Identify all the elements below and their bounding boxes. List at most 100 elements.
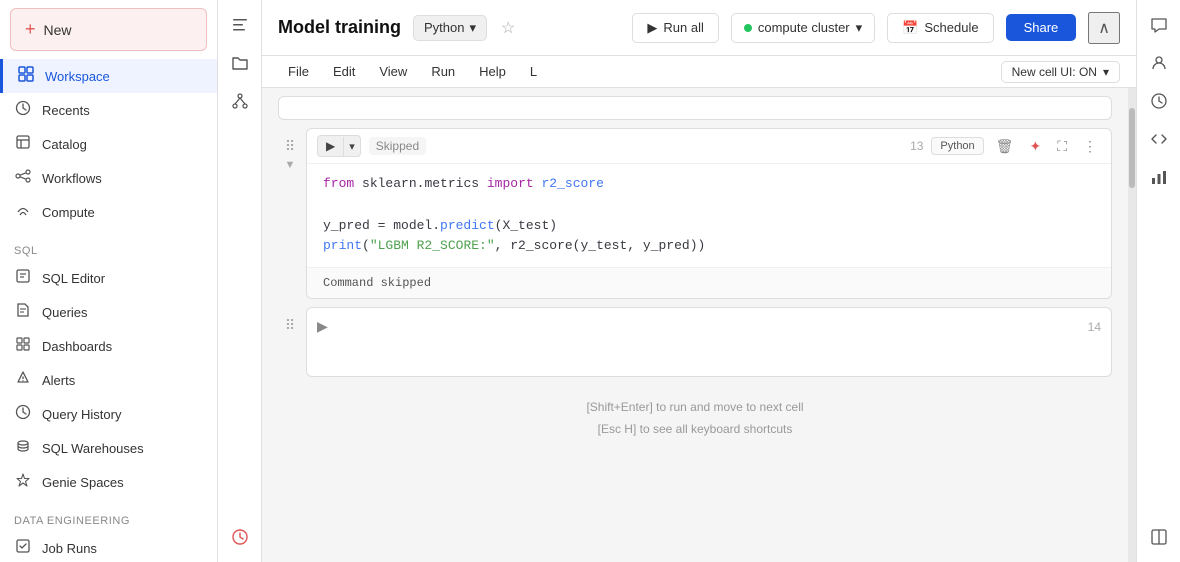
right-panel-code[interactable] xyxy=(1142,122,1176,156)
new-button[interactable]: + New xyxy=(10,8,207,51)
query-history-icon xyxy=(14,404,32,424)
cell-13-delete-icon[interactable]: 🗑 xyxy=(992,136,1018,157)
sidebar-item-job-runs-label: Job Runs xyxy=(42,541,97,556)
sidebar-item-sql-warehouses[interactable]: SQL Warehouses xyxy=(0,431,217,465)
run-all-button[interactable]: ▶ Run all xyxy=(632,13,718,43)
left-icon-panel xyxy=(218,0,262,562)
data-engineering-section-label: Data Engineering xyxy=(0,507,217,531)
sidebar-item-workflows-label: Workflows xyxy=(42,171,102,186)
cell-wrapper-13: ⠿ ▼ ▶ ▾ Skipped 13 Python 🗑 ✦ ⛶ xyxy=(278,128,1112,307)
sidebar-item-recents-label: Recents xyxy=(42,103,90,118)
sidebar-item-compute-label: Compute xyxy=(42,205,95,220)
menu-shortcut[interactable]: L xyxy=(520,60,547,83)
cell-13-dropdown-icon: ▾ xyxy=(343,137,360,156)
cell-14-number: 14 xyxy=(1088,320,1101,334)
folder-icon[interactable] xyxy=(223,46,257,80)
sidebar-item-compute[interactable]: Compute xyxy=(0,195,217,229)
sidebar-item-sql-editor[interactable]: SQL Editor xyxy=(0,261,217,295)
code-line-1: from sklearn.metrics import r2_score xyxy=(323,174,1095,195)
cell-13-play-icon: ▶ xyxy=(318,136,343,156)
sidebar-item-dashboards-label: Dashboards xyxy=(42,339,112,354)
topology-icon[interactable] xyxy=(223,84,257,118)
job-runs-icon xyxy=(14,538,32,558)
clock-bottom-icon[interactable] xyxy=(223,520,257,554)
cluster-label: compute cluster xyxy=(758,20,850,35)
sidebar-item-query-history[interactable]: Query History xyxy=(0,397,217,431)
cell-collapse-arrow-13[interactable]: ▼ xyxy=(285,159,296,171)
menu-edit[interactable]: Edit xyxy=(323,60,365,83)
scrollbar-thumb[interactable] xyxy=(1129,108,1135,188)
hint-line-1: [Shift+Enter] to run and move to next ce… xyxy=(278,397,1112,419)
cell-13: ▶ ▾ Skipped 13 Python 🗑 ✦ ⛶ ⋮ from xyxy=(306,128,1112,299)
language-button[interactable]: Python ▾ xyxy=(413,15,487,41)
cluster-button[interactable]: compute cluster ▾ xyxy=(731,13,875,43)
cluster-chevron-icon: ▾ xyxy=(856,20,863,36)
schedule-button[interactable]: 📅 Schedule xyxy=(887,13,993,43)
schedule-calendar-icon: 📅 xyxy=(902,20,918,36)
right-panel-chart[interactable] xyxy=(1142,160,1176,194)
sidebar-item-recents[interactable]: Recents xyxy=(0,93,217,127)
sidebar-item-sql-editor-label: SQL Editor xyxy=(42,271,105,286)
share-label: Share xyxy=(1024,20,1059,35)
menu-view[interactable]: View xyxy=(369,60,417,83)
new-cell-toggle[interactable]: New cell UI: ON ▾ xyxy=(1001,61,1120,83)
sidebar-item-alerts[interactable]: Alerts xyxy=(0,363,217,397)
notebook-container: ⠿ ▼ ▶ ▾ Skipped 13 Python 🗑 ✦ ⛶ xyxy=(262,88,1136,562)
share-button[interactable]: Share xyxy=(1006,14,1077,41)
cluster-status-dot xyxy=(744,24,752,32)
recents-icon xyxy=(14,100,32,120)
right-panel-expand[interactable] xyxy=(1142,520,1176,554)
star-icon[interactable]: ☆ xyxy=(501,18,515,38)
menu-help[interactable]: Help xyxy=(469,60,516,83)
hint-line-2: [Esc H] to see all keyboard shortcuts xyxy=(278,419,1112,441)
sidebar-item-query-history-label: Query History xyxy=(42,407,121,422)
dashboards-icon xyxy=(14,336,32,356)
cell-14-header: ▶ 14 xyxy=(317,316,1101,337)
cell-13-run-btn[interactable]: ▶ ▾ xyxy=(317,135,361,157)
sidebar-item-sql-warehouses-label: SQL Warehouses xyxy=(42,441,144,456)
cell-left-controls-14: ⠿ xyxy=(278,307,302,334)
cell-13-body[interactable]: from sklearn.metrics import r2_score y_p… xyxy=(307,164,1111,267)
schedule-label: Schedule xyxy=(924,20,978,35)
sidebar-item-workspace-label: Workspace xyxy=(45,69,110,84)
cell-13-ai-icon[interactable]: ✦ xyxy=(1025,136,1045,157)
menu-run[interactable]: Run xyxy=(421,60,465,83)
language-chevron-icon: ▾ xyxy=(469,20,476,36)
sidebar-item-dashboards[interactable]: Dashboards xyxy=(0,329,217,363)
cell-14-play-icon[interactable]: ▶ xyxy=(317,318,328,335)
plus-icon: + xyxy=(25,19,36,40)
main-area: Model training Python ▾ ☆ ▶ Run all comp… xyxy=(262,0,1136,562)
cell-drag-handle-14[interactable]: ⠿ xyxy=(285,317,295,334)
sidebar-item-workflows[interactable]: Workflows xyxy=(0,161,217,195)
menu-file[interactable]: File xyxy=(278,60,319,83)
cell-13-lang-badge[interactable]: Python xyxy=(931,137,983,155)
cell-13-expand-icon[interactable]: ⛶ xyxy=(1053,136,1071,157)
workspace-icon xyxy=(17,66,35,86)
sql-warehouses-icon xyxy=(14,438,32,458)
right-panel-user[interactable] xyxy=(1142,46,1176,80)
scrollbar-track[interactable] xyxy=(1128,88,1136,562)
sidebar-item-alerts-label: Alerts xyxy=(42,373,75,388)
alerts-icon xyxy=(14,370,32,390)
compute-icon xyxy=(14,202,32,222)
code-line-3: print("LGBM R2_SCORE:", r2_score(y_test​… xyxy=(323,236,1095,257)
right-panel-bottom xyxy=(1142,520,1176,562)
genie-spaces-icon xyxy=(14,472,32,492)
sql-editor-icon xyxy=(14,268,32,288)
sql-section-label: SQL xyxy=(0,237,217,261)
cell-drag-handle-13[interactable]: ⠿ xyxy=(285,138,295,155)
sidebar: + New Workspace Recents Catalog Workflow… xyxy=(0,0,218,562)
notebook-list-icon[interactable] xyxy=(223,8,257,42)
cell-14[interactable]: ▶ 14 xyxy=(306,307,1112,377)
right-panel-comments[interactable] xyxy=(1142,8,1176,42)
cell-13-status: Skipped xyxy=(369,137,426,155)
sidebar-item-job-runs[interactable]: Job Runs xyxy=(0,531,217,562)
right-panel-history[interactable] xyxy=(1142,84,1176,118)
sidebar-item-catalog[interactable]: Catalog xyxy=(0,127,217,161)
sidebar-item-workspace[interactable]: Workspace xyxy=(0,59,217,93)
cell-13-more-icon[interactable]: ⋮ xyxy=(1079,136,1101,157)
cell-left-controls-13: ⠿ ▼ xyxy=(278,128,302,171)
sidebar-item-genie-spaces[interactable]: Genie Spaces xyxy=(0,465,217,499)
sidebar-item-queries[interactable]: Queries xyxy=(0,295,217,329)
collapse-button[interactable]: ∧ xyxy=(1088,12,1120,44)
